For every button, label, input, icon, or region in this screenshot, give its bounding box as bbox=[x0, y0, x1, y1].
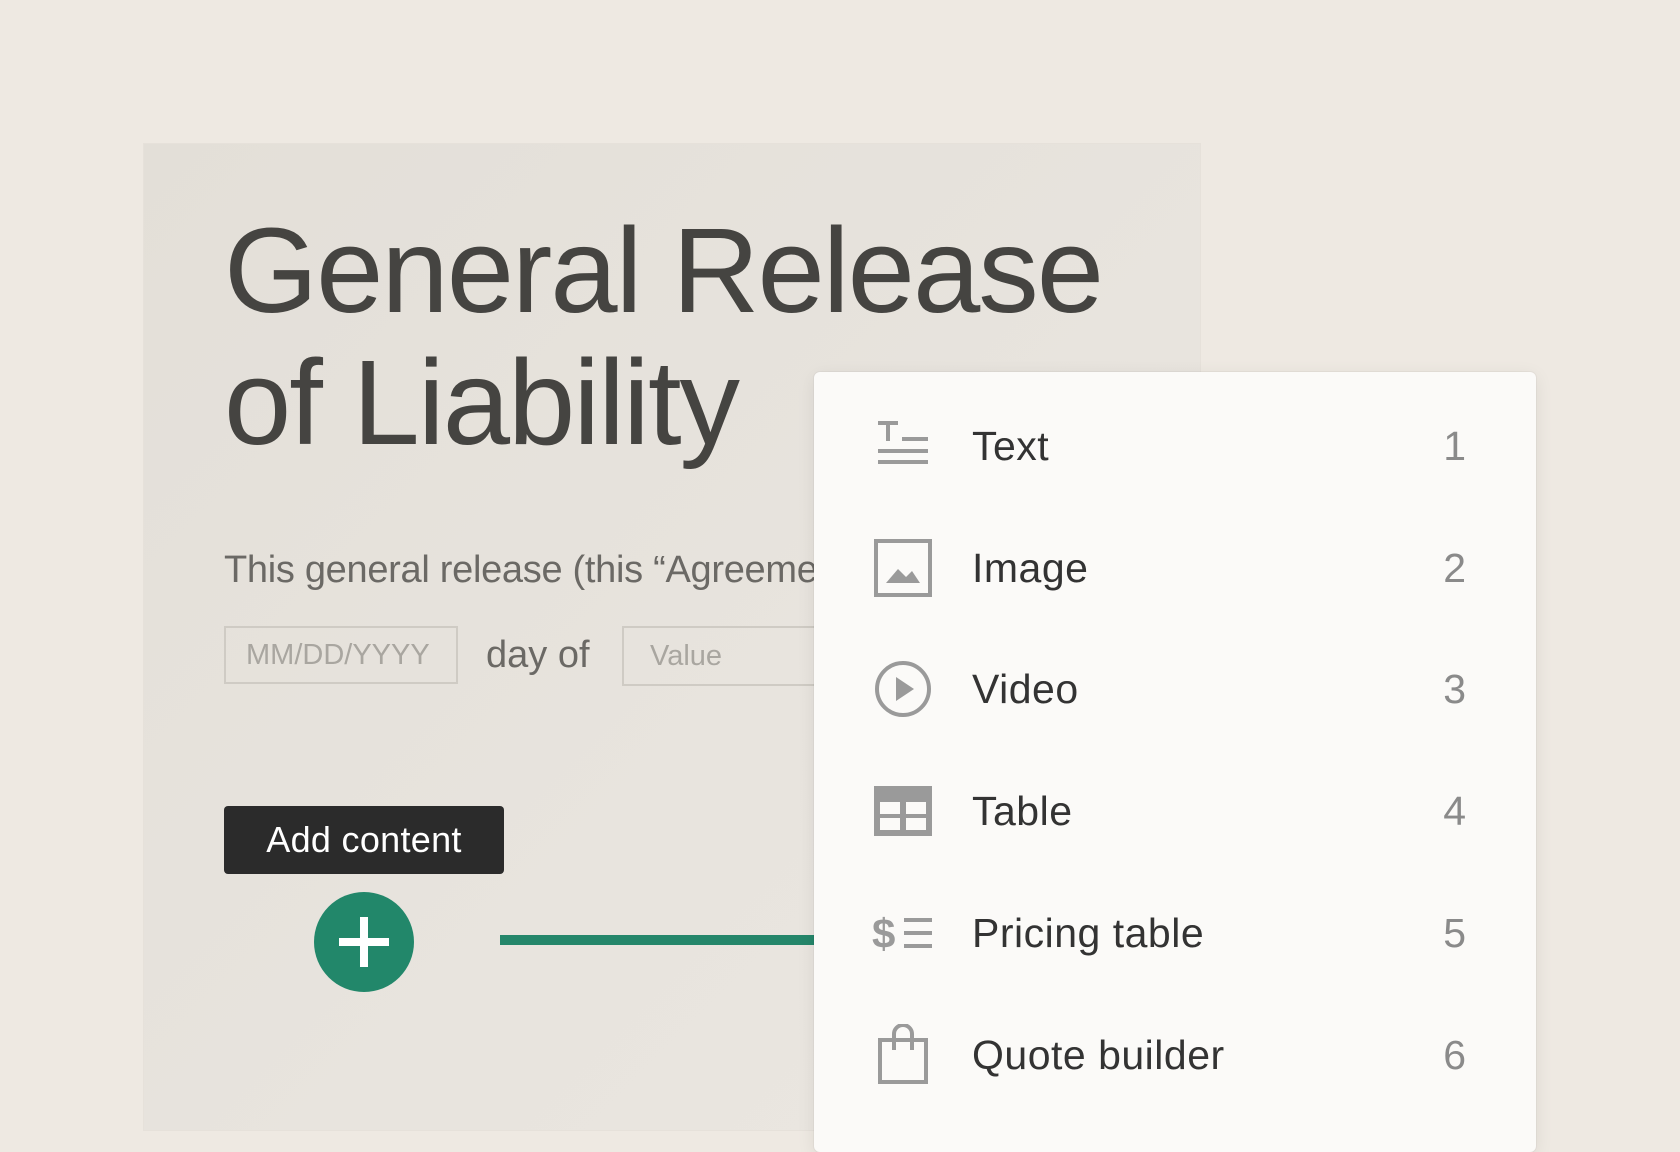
menu-item-label: Quote builder bbox=[972, 1032, 1225, 1078]
menu-item-shortcut: 5 bbox=[1443, 910, 1466, 956]
add-content-menu: Text 1 Image 2 Video 3 Table 4 $ Pricing… bbox=[814, 372, 1536, 1152]
menu-item-quote-builder[interactable]: Quote builder 6 bbox=[814, 994, 1536, 1116]
shopping-bag-icon bbox=[878, 1024, 928, 1084]
menu-item-text[interactable]: Text 1 bbox=[814, 385, 1536, 507]
menu-item-label: Text bbox=[972, 423, 1050, 469]
menu-item-shortcut: 3 bbox=[1443, 666, 1466, 712]
video-icon bbox=[875, 661, 931, 717]
date-field[interactable] bbox=[224, 626, 458, 684]
title-line-1: General Release bbox=[224, 202, 1104, 338]
text-icon bbox=[878, 421, 928, 464]
menu-item-label: Image bbox=[972, 545, 1089, 591]
menu-item-label: Table bbox=[972, 788, 1073, 834]
menu-item-table[interactable]: Table 4 bbox=[814, 750, 1536, 872]
svg-text:$: $ bbox=[872, 910, 895, 957]
menu-item-shortcut: 4 bbox=[1443, 788, 1466, 834]
menu-item-pricing-table[interactable]: $ Pricing table 5 bbox=[814, 872, 1536, 994]
menu-item-image[interactable]: Image 2 bbox=[814, 507, 1536, 629]
agreement-text[interactable]: This general release (this “Agreement” bbox=[224, 549, 861, 592]
menu-item-label: Video bbox=[972, 666, 1079, 712]
table-icon bbox=[874, 786, 932, 836]
menu-item-video[interactable]: Video 3 bbox=[814, 628, 1536, 750]
menu-item-shortcut: 2 bbox=[1443, 545, 1466, 591]
image-icon bbox=[874, 539, 932, 597]
menu-item-shortcut: 6 bbox=[1443, 1032, 1466, 1078]
plus-icon bbox=[339, 917, 389, 967]
day-of-text: day of bbox=[486, 634, 590, 676]
pricing-table-icon: $ bbox=[872, 910, 932, 957]
menu-item-shortcut: 1 bbox=[1443, 423, 1466, 469]
add-content-button[interactable] bbox=[314, 892, 414, 992]
menu-item-label: Pricing table bbox=[972, 910, 1205, 956]
add-content-tooltip: Add content bbox=[224, 806, 504, 874]
